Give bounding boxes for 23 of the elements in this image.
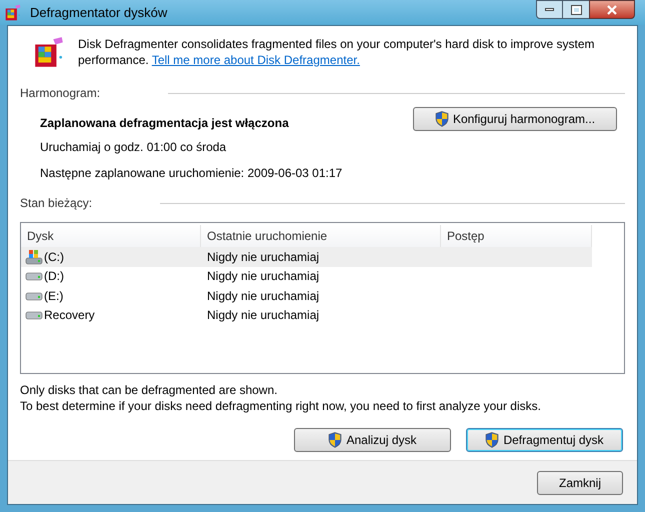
info-text: Only disks that can be defragmented are shown. xyxy=(20,382,278,398)
schedule-time: Uruchamiaj o godz. 01:00 co środa xyxy=(40,139,228,156)
help-link[interactable]: Tell me more about Disk Defragmenter. xyxy=(152,53,360,67)
info-text: To best determine if your disks need defragmenting right now, you need to first analyze your disks. xyxy=(20,398,542,414)
window-title: Defragmentator dysków xyxy=(30,4,168,22)
disk-name: (E:) xyxy=(44,288,64,305)
next-run: Następne zaplanowane uruchomienie: 2009-06-03 01:17 xyxy=(40,165,344,182)
section-heading: Harmonogram: xyxy=(20,85,100,102)
last-run-cell-text: Nigdy nie uruchamiaj xyxy=(206,268,320,286)
action-button[interactable]: Defragmentuj dysk xyxy=(466,428,623,452)
disk-name: (D:) xyxy=(44,268,64,286)
disk-name: Recovery xyxy=(44,307,95,324)
close-button[interactable]: Zamknij xyxy=(537,470,623,494)
schedule-status: Zaplanowana defragmentacja jest włączona xyxy=(40,115,290,132)
intro-text: Disk Defragmenter consolidates fragmented files on your computer's hard disk to improve system performance. Tell me more about Disk Defragmenter. xyxy=(78,36,596,69)
last-run-cell-text: Nigdy nie uruchamiaj xyxy=(206,288,320,305)
action-button[interactable]: Analizuj dysk xyxy=(294,428,451,452)
configure-schedule-button[interactable]: Konfiguruj harmonogram... xyxy=(413,107,617,131)
last-run-cell-text: Nigdy nie uruchamiaj xyxy=(206,307,320,324)
section-heading: Stan bieżący: xyxy=(20,195,92,212)
last-run-cell-text: Nigdy nie uruchamiaj xyxy=(206,248,320,266)
disk-name: (C:) xyxy=(44,248,64,266)
disk-row[interactable]: (C:) Nigdy nie uruchamiaj xyxy=(21,247,592,266)
